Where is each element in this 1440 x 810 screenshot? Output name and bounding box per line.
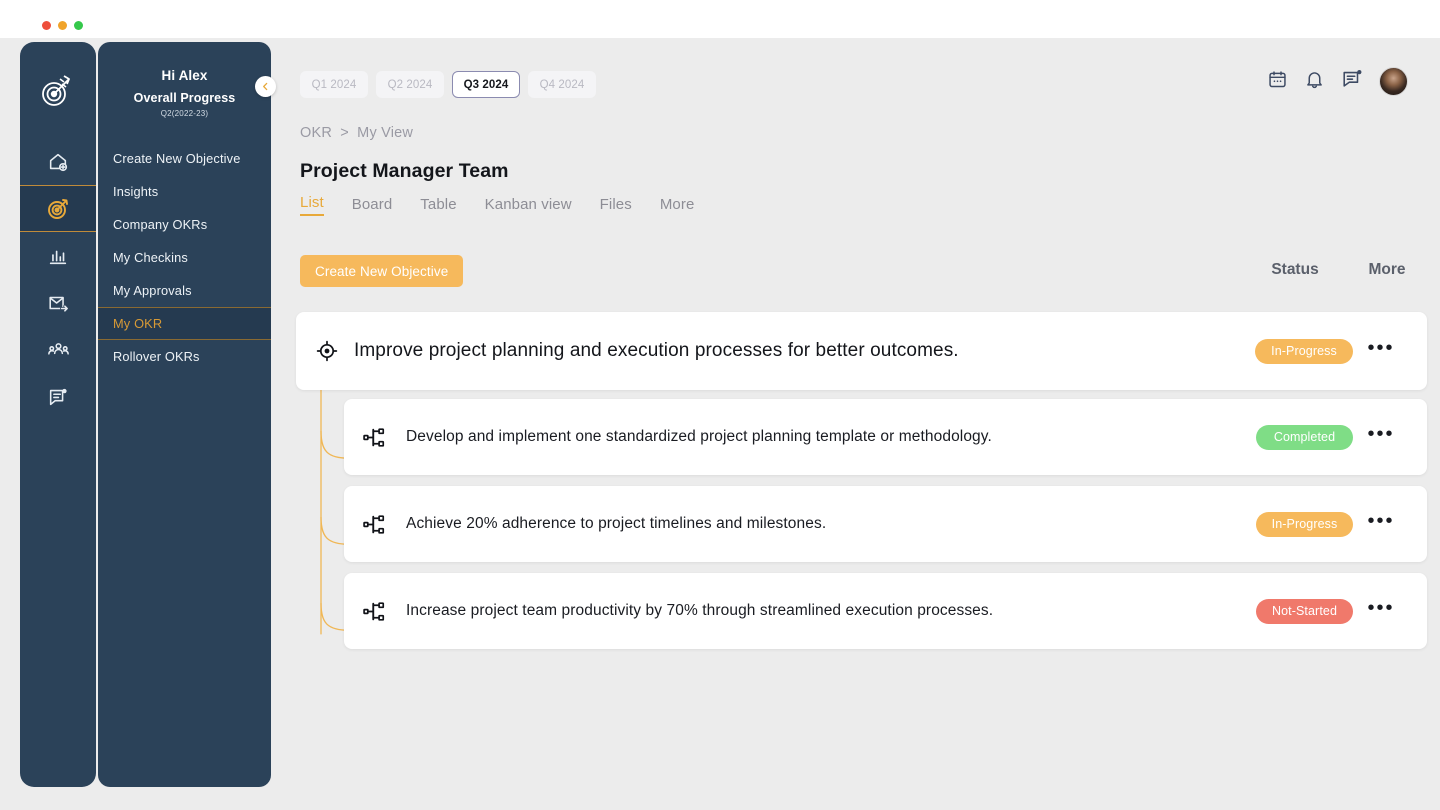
status-badge[interactable]: In-Progress — [1255, 338, 1353, 364]
app-window: Hi Alex Overall Progress Q2(2022-23) Cre… — [0, 0, 1440, 810]
chat-message-icon[interactable] — [1341, 68, 1363, 95]
sidebar-item-my-approvals[interactable]: My Approvals — [98, 274, 271, 307]
window-minimize-dot[interactable] — [58, 21, 67, 30]
sidebar-item-label: Company OKRs — [113, 217, 208, 232]
sidebar-panel: Hi Alex Overall Progress Q2(2022-23) Cre… — [98, 42, 271, 787]
column-header-more: More — [1368, 261, 1406, 278]
bell-icon[interactable] — [1304, 69, 1325, 95]
main-content: Q1 2024 Q2 2024 Q3 2024 Q4 2024 OKR > My… — [283, 42, 1440, 810]
row-more-button[interactable]: ••• — [1353, 598, 1409, 624]
hierarchy-node-icon — [352, 425, 396, 450]
sidebar-item-label: Create New Objective — [113, 151, 241, 166]
sidebar-item-label: My Checkins — [113, 250, 188, 265]
sidebar-greeting: Hi Alex — [161, 68, 208, 83]
sidebar-item-analytics[interactable] — [20, 232, 96, 279]
status-badge[interactable]: Not-Started — [1256, 598, 1353, 624]
app-logo[interactable] — [20, 42, 96, 138]
sidebar-item-label: My Approvals — [113, 283, 192, 298]
quarter-tab-q1[interactable]: Q1 2024 — [300, 71, 368, 98]
rail-items — [20, 138, 96, 420]
tab-board[interactable]: Board — [352, 196, 393, 216]
sidebar-header: Hi Alex Overall Progress Q2(2022-23) — [98, 42, 271, 118]
tab-table[interactable]: Table — [420, 196, 456, 216]
sidebar-item-create-new-objective[interactable]: Create New Objective — [98, 142, 271, 175]
sidebar-item-feedback[interactable] — [20, 373, 96, 420]
quarter-tab-q3[interactable]: Q3 2024 — [452, 71, 520, 98]
sidebar-item-rollover-okrs[interactable]: Rollover OKRs — [98, 340, 271, 373]
crosshair-target-icon — [310, 339, 344, 363]
window-maximize-dot[interactable] — [74, 21, 83, 30]
window-controls — [42, 21, 83, 30]
breadcrumb-current: My View — [357, 125, 414, 141]
key-result-title: Achieve 20% adherence to project timelin… — [406, 514, 827, 532]
sidebar-item-home[interactable] — [20, 138, 96, 185]
sidebar-item-insights[interactable]: Insights — [98, 175, 271, 208]
quarter-tab-q2[interactable]: Q2 2024 — [376, 71, 444, 98]
tab-more[interactable]: More — [660, 196, 695, 216]
key-result-title: Develop and implement one standardized p… — [406, 427, 992, 445]
sidebar-subtitle: Overall Progress — [133, 91, 236, 105]
sidebar-item-my-checkins[interactable]: My Checkins — [98, 241, 271, 274]
sidebar-item-company-okrs[interactable]: Company OKRs — [98, 208, 271, 241]
objective-title: Improve project planning and execution p… — [354, 340, 959, 362]
tab-kanban-view[interactable]: Kanban view — [485, 196, 572, 216]
sidebar-collapse-button[interactable] — [255, 76, 276, 97]
breadcrumb: OKR > My View — [300, 125, 413, 141]
create-new-objective-button[interactable]: Create New Objective — [300, 255, 464, 287]
sidebar-item-label: Rollover OKRs — [113, 349, 200, 364]
status-badge[interactable]: Completed — [1256, 424, 1353, 450]
list-column-headers: Status More — [1253, 261, 1411, 279]
page-title: Project Manager Team — [300, 160, 509, 182]
key-result-row[interactable]: Achieve 20% adherence to project timelin… — [344, 486, 1427, 562]
avatar[interactable] — [1379, 67, 1408, 96]
icon-rail — [20, 42, 96, 787]
sidebar-period: Q2(2022-23) — [160, 109, 209, 118]
view-tabs: List Board Table Kanban view Files More — [300, 194, 694, 216]
header-icons — [1267, 67, 1408, 96]
hierarchy-node-icon — [352, 599, 396, 624]
row-more-button[interactable]: ••• — [1353, 424, 1409, 450]
sidebar-item-my-okr[interactable]: My OKR — [98, 307, 271, 340]
sidebar-item-teams[interactable] — [20, 326, 96, 373]
key-result-row[interactable]: Develop and implement one standardized p… — [344, 399, 1427, 475]
status-badge[interactable]: In-Progress — [1256, 511, 1353, 537]
window-close-dot[interactable] — [42, 21, 51, 30]
tab-list[interactable]: List — [300, 194, 324, 216]
chevron-left-icon — [261, 78, 270, 96]
calendar-icon[interactable] — [1267, 69, 1288, 95]
row-more-button[interactable]: ••• — [1353, 338, 1409, 364]
okr-list: Improve project planning and execution p… — [296, 312, 1427, 660]
key-result-row[interactable]: Increase project team productivity by 70… — [344, 573, 1427, 649]
breadcrumb-separator: > — [340, 125, 349, 141]
hierarchy-node-icon — [352, 512, 396, 537]
breadcrumb-root[interactable]: OKR — [300, 125, 332, 141]
objective-card[interactable]: Improve project planning and execution p… — [296, 312, 1427, 390]
quarter-tab-q4[interactable]: Q4 2024 — [528, 71, 596, 98]
sidebar-item-messages[interactable] — [20, 279, 96, 326]
sidebar-nav: Create New Objective Insights Company OK… — [98, 142, 271, 373]
quarter-tabs: Q1 2024 Q2 2024 Q3 2024 Q4 2024 — [300, 71, 596, 98]
row-more-button[interactable]: ••• — [1353, 511, 1409, 537]
column-header-status: Status — [1271, 261, 1319, 278]
sidebar-item-label: Insights — [113, 184, 159, 199]
sidebar-item-okr[interactable] — [20, 185, 96, 232]
sidebar-item-label: My OKR — [113, 316, 163, 331]
tab-files[interactable]: Files — [600, 196, 632, 216]
key-results-region: Develop and implement one standardized p… — [296, 390, 1427, 649]
key-result-title: Increase project team productivity by 70… — [406, 601, 994, 619]
